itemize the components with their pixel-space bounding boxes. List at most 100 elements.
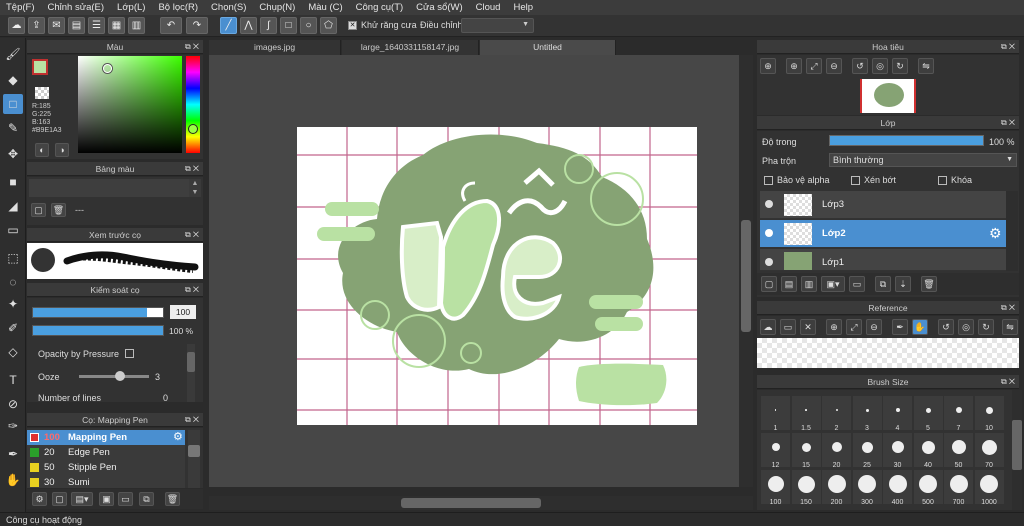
panel-controls-icon[interactable]: ⧉ ✕ [185, 283, 199, 297]
brush-size-cell[interactable]: 10 [974, 396, 1004, 432]
filter-tool-icon[interactable]: ⊘ [3, 394, 23, 414]
bucket-tool-icon[interactable]: ◢ [3, 196, 23, 216]
pen-tool-icon[interactable]: ✎ [3, 118, 23, 138]
new-text-layer-icon[interactable]: ▥ [801, 276, 817, 292]
lasso-tool-icon[interactable]: ◌ [3, 272, 23, 292]
brush-size-cell[interactable]: 3 [852, 396, 882, 432]
menu-tools[interactable]: Công cụ(T) [356, 2, 404, 13]
eye-icon[interactable] [765, 229, 773, 237]
layer-item-1[interactable]: Lớp1 [760, 249, 1006, 271]
brush-list-scrollbar[interactable] [188, 430, 200, 488]
document-icon[interactable]: ▤ [68, 17, 85, 34]
opacity-pressure-checkbox[interactable] [125, 349, 134, 358]
tab-large-jpg[interactable]: large_1640331158147.jpg [342, 40, 479, 55]
shape-tool-icon[interactable]: □ [3, 94, 23, 114]
rotate-reset-icon[interactable]: ◎ [872, 58, 888, 74]
menu-edit[interactable]: Chỉnh sửa(E) [48, 2, 105, 13]
panel-controls-icon[interactable]: ⧉ ✕ [185, 162, 199, 176]
brush-size-cell[interactable]: 20 [822, 433, 851, 469]
brush-size-cell[interactable]: 1 [761, 396, 790, 432]
zoom-out-icon[interactable]: ⊖ [866, 319, 882, 335]
delete-palette-icon[interactable]: 🗑 [51, 203, 66, 217]
brush-size-cell[interactable]: 100 [761, 470, 790, 506]
cloud-icon[interactable]: ☁ [8, 17, 25, 34]
brush-size-cell[interactable]: 7 [944, 396, 973, 432]
panel-controls-icon[interactable]: ⧉ ✕ [1001, 40, 1015, 54]
zoom-in-icon[interactable]: ⊕ [786, 58, 802, 74]
layout-icon[interactable]: ▥ [128, 17, 145, 34]
flip-icon[interactable]: ⇋ [918, 58, 934, 74]
select-rect-icon[interactable]: ⬚ [3, 248, 23, 268]
rect-fill-icon[interactable]: ■ [3, 172, 23, 192]
menu-file[interactable]: Tệp(F) [6, 2, 35, 13]
menu-filter[interactable]: Bộ lọc(R) [158, 2, 198, 13]
scroll-thumb[interactable] [188, 445, 200, 457]
close-reference-icon[interactable]: ✕ [800, 319, 816, 335]
correction-select[interactable]: ▼ [461, 18, 534, 33]
fit-screen-icon[interactable]: ⤢ [846, 319, 862, 335]
brush-size-cell[interactable]: 400 [883, 470, 912, 506]
reference-view[interactable] [757, 338, 1019, 368]
transparent-swatch[interactable] [35, 87, 49, 99]
eyedropper-icon[interactable]: ✒ [3, 444, 23, 464]
line-tool-icon[interactable]: ╱ [220, 17, 237, 34]
horizontal-scroll-thumb[interactable] [401, 498, 541, 508]
delete-layer-icon[interactable]: 🗑 [921, 276, 937, 292]
zoom-fit-icon[interactable]: ⊕ [760, 58, 776, 74]
cloud-reference-icon[interactable]: ☁ [760, 319, 776, 335]
brush-item-stipple-pen[interactable]: 50 Stipple Pen [27, 460, 185, 475]
copy-brush-icon[interactable]: ▣ [99, 492, 114, 506]
brush-size-cell[interactable]: 2 [822, 396, 851, 432]
lock-checkbox[interactable] [938, 176, 947, 185]
opacity-slider[interactable] [32, 325, 164, 336]
brush-size-cell[interactable]: 30 [883, 433, 912, 469]
select-pen-icon[interactable]: ✐ [3, 318, 23, 338]
palette-swatches[interactable] [29, 179, 189, 197]
new-layer-icon[interactable]: ▢ [761, 276, 777, 292]
panel-controls-icon[interactable]: ⧉ ✕ [185, 228, 199, 242]
brush-size-cell[interactable]: 12 [761, 433, 790, 469]
magic-wand-icon[interactable]: ✦ [3, 294, 23, 314]
layers-scrollbar[interactable] [1006, 191, 1018, 271]
brush-size-cell[interactable]: 150 [791, 470, 821, 506]
move-tool-icon[interactable]: ✥ [3, 144, 23, 164]
vertical-scroll-thumb[interactable] [741, 220, 751, 332]
size-slider[interactable] [32, 307, 164, 318]
panel-controls-icon[interactable]: ⧉ ✕ [1001, 301, 1015, 315]
brush-size-cell[interactable]: 40 [913, 433, 943, 469]
brush-size-cell[interactable]: 50 [944, 433, 973, 469]
brush-size-cell[interactable]: 70 [974, 433, 1004, 469]
menu-color[interactable]: Màu (C) [308, 2, 342, 13]
brush-control-scrollbar[interactable] [187, 344, 195, 402]
palette-scroll[interactable]: ▲ ▼ [189, 179, 201, 197]
scroll-thumb[interactable] [1012, 420, 1022, 470]
rotate-right-icon[interactable]: ↻ [978, 319, 994, 335]
ellipse-icon[interactable]: ○ [300, 17, 317, 34]
layer-opacity-slider[interactable] [829, 135, 984, 146]
eye-icon[interactable] [765, 200, 773, 208]
new-halftone-layer-icon[interactable]: ▤ [781, 276, 797, 292]
eraser-tool-icon[interactable]: ◆ [3, 70, 23, 90]
undo-icon[interactable]: ↶ [160, 17, 182, 34]
menu-window[interactable]: Cửa sổ(W) [416, 2, 462, 13]
drawing-canvas[interactable] [297, 127, 697, 425]
list-icon[interactable]: ☰ [88, 17, 105, 34]
horizontal-scrollbar[interactable] [209, 496, 753, 510]
blend-mode-select[interactable]: Bình thường ▼ [829, 153, 1017, 167]
polygon-icon[interactable]: ⬠ [320, 17, 337, 34]
panel-controls-icon[interactable]: ⧉ ✕ [185, 40, 199, 54]
menu-help[interactable]: Help [513, 2, 533, 13]
brush-size-cell[interactable]: 300 [852, 470, 882, 506]
rotate-left-icon[interactable]: ↺ [852, 58, 868, 74]
size-value[interactable]: 100 [170, 305, 196, 319]
brush-item-sumi[interactable]: 30 Sumi [27, 475, 185, 488]
menu-cloud[interactable]: Cloud [476, 2, 501, 13]
brush-size-cell[interactable]: 4 [883, 396, 912, 432]
delete-brush-icon[interactable]: 🗑 [165, 492, 180, 506]
menu-layer[interactable]: Lớp(L) [117, 2, 145, 13]
hue-slider[interactable] [186, 56, 200, 153]
panel-controls-icon[interactable]: ⧉ ✕ [185, 413, 199, 427]
layer-folder-icon[interactable]: ▭ [849, 276, 865, 292]
brush-size-cell[interactable]: 200 [822, 470, 851, 506]
zoom-out-icon[interactable]: ⊖ [826, 58, 842, 74]
